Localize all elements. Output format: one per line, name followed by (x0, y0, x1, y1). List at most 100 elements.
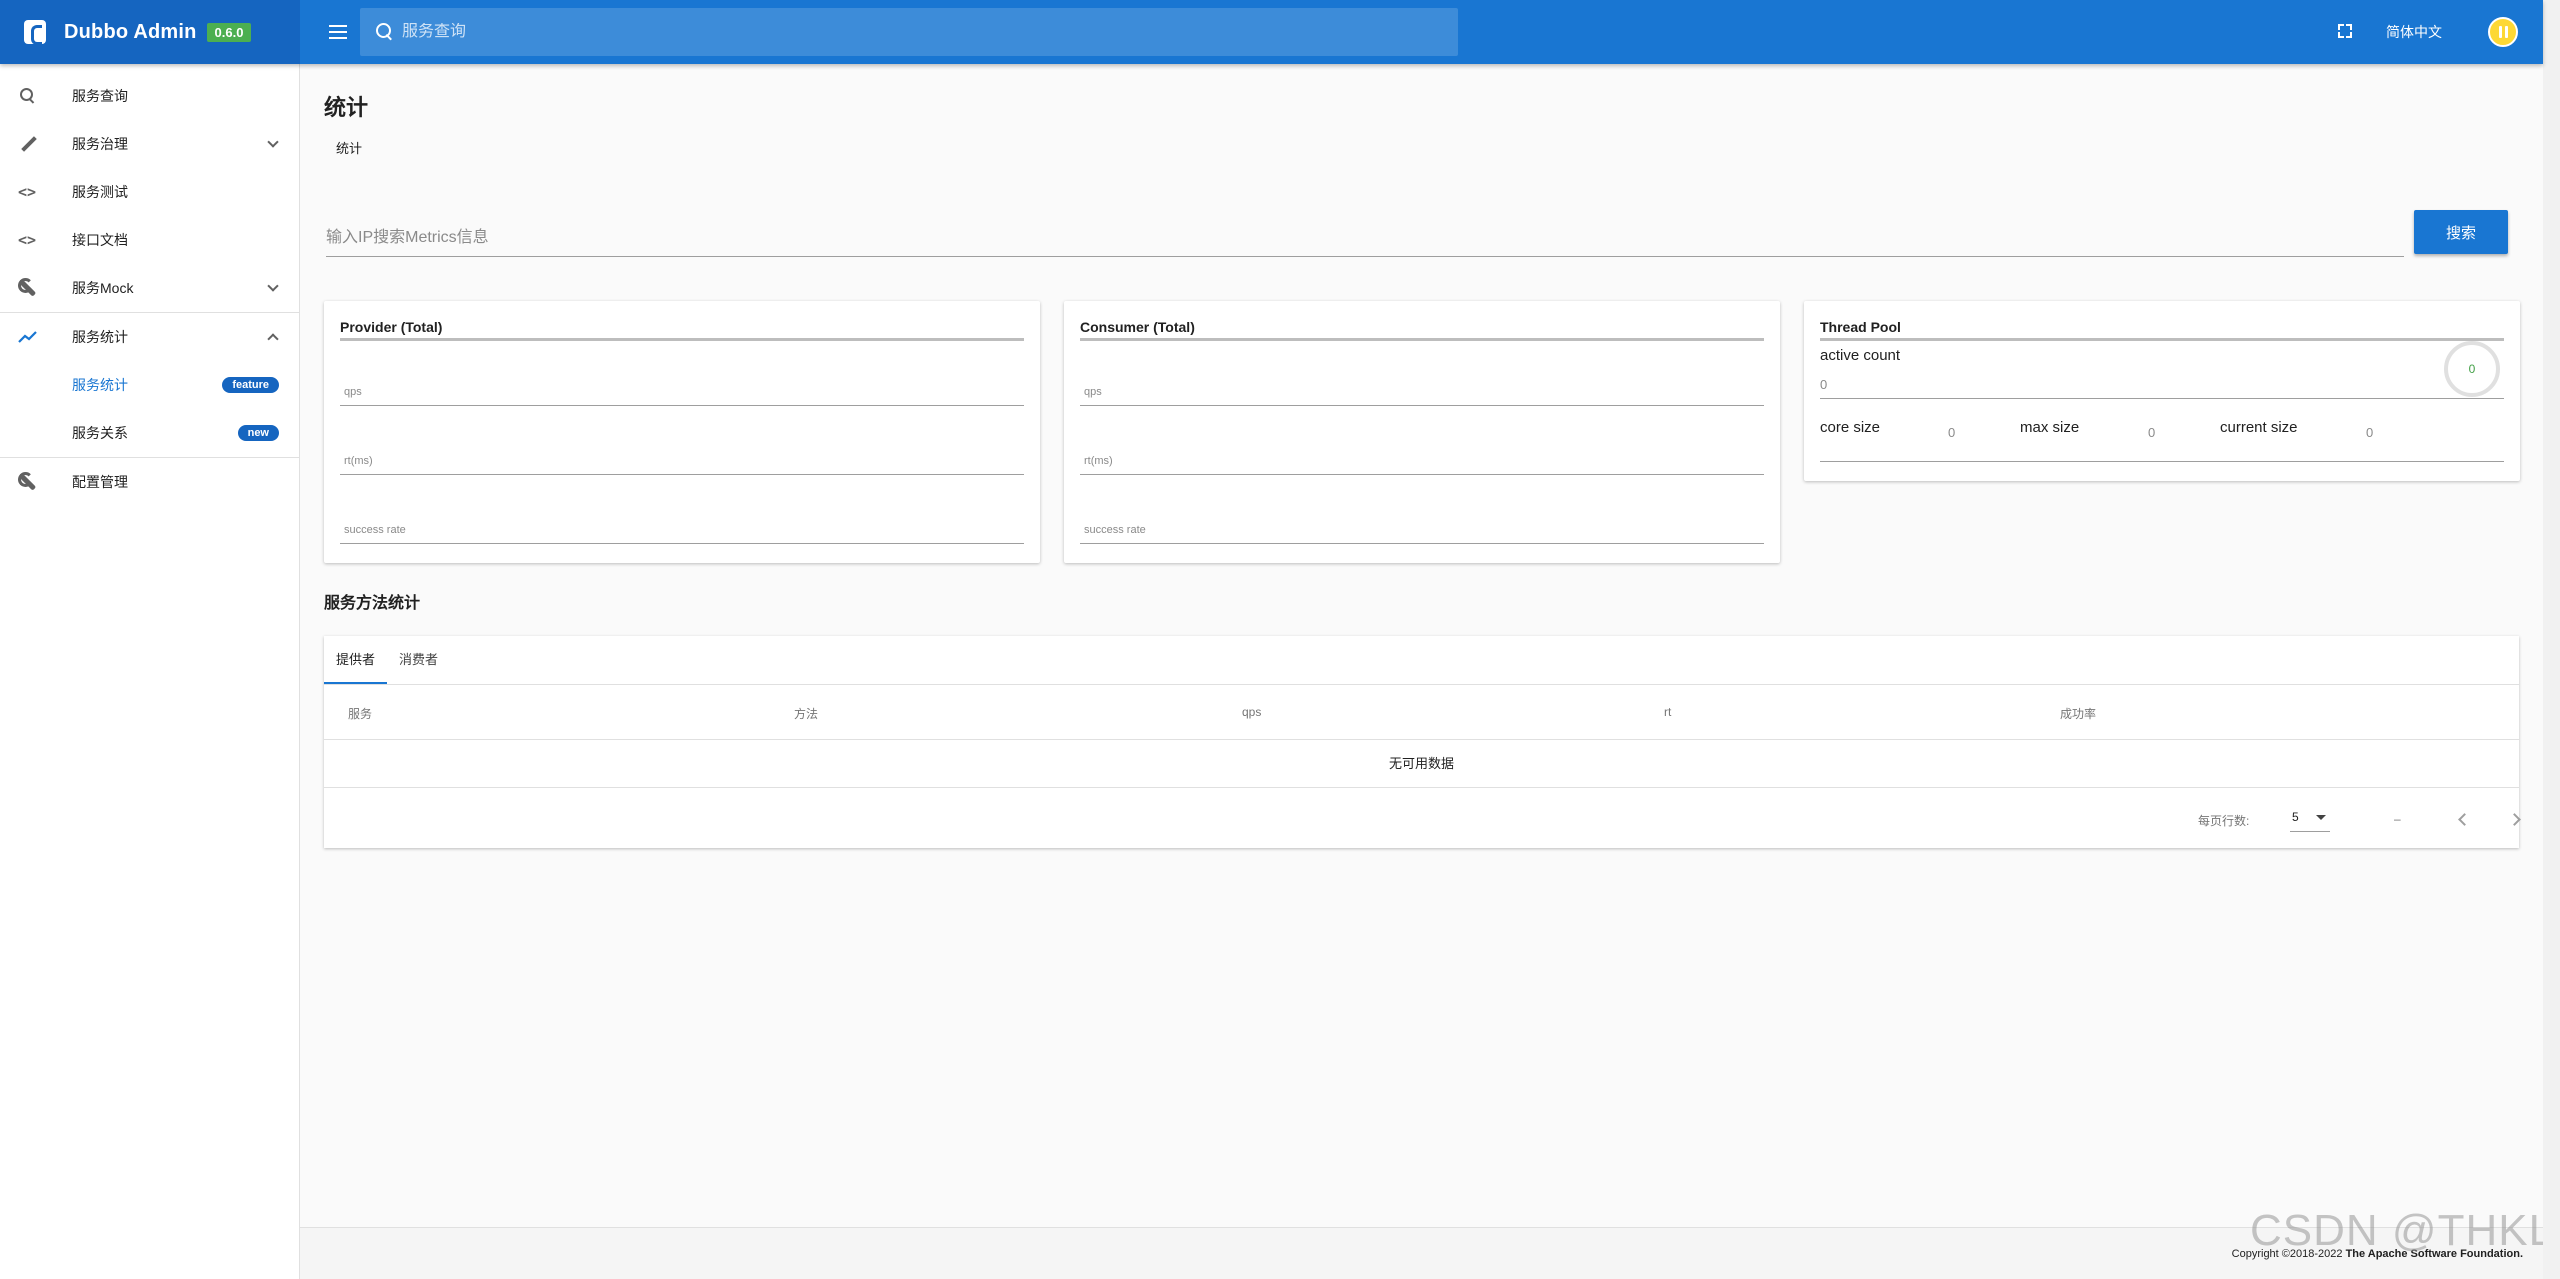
header-search-input[interactable] (402, 23, 1402, 41)
divider (1820, 398, 2504, 399)
search-icon (374, 21, 396, 43)
search-icon (18, 86, 38, 106)
column-header-method[interactable]: 方法 (794, 705, 818, 722)
wrench-icon (18, 472, 38, 492)
sidebar-item-label: 服务统计 (72, 329, 128, 345)
current-size-value: 0 (2366, 425, 2374, 440)
app-bar: Dubbo Admin 0.6.0 简体中文 (0, 0, 2543, 64)
chevron-down-icon (267, 280, 279, 292)
provider-success-rate-field[interactable]: success rate (340, 514, 1024, 544)
pencil-icon (18, 134, 38, 154)
sidebar-item-label: 配置管理 (72, 474, 128, 490)
menu-icon[interactable] (322, 16, 354, 48)
sidebar-item-service-governance[interactable]: 服务治理 (0, 120, 299, 168)
sidebar-subitem-label: 服务关系 (72, 425, 128, 441)
scrollbar[interactable] (2543, 0, 2560, 1279)
consumer-qps-field[interactable]: qps (1080, 376, 1764, 406)
sidebar-item-service-search[interactable]: 服务查询 (0, 72, 299, 120)
search-button[interactable]: 搜索 (2414, 210, 2508, 254)
table-header: 服务 方法 qps rt 成功率 (324, 684, 2519, 740)
method-stats-title: 服务方法统计 (324, 595, 421, 612)
sidebar-item-label: 服务测试 (72, 184, 128, 200)
max-size-label: max size (2020, 419, 2080, 436)
provider-card: Provider (Total) qps rt(ms) success rate (324, 301, 1040, 563)
provider-rt-field[interactable]: rt(ms) (340, 445, 1024, 475)
column-header-service[interactable]: 服务 (348, 705, 372, 722)
new-badge: new (237, 425, 279, 441)
provider-qps-field[interactable]: qps (340, 376, 1024, 406)
code-icon: <> (18, 231, 37, 249)
field-label: rt(ms) (344, 455, 373, 467)
rows-per-page-label: 每页行数: (2198, 814, 2250, 828)
divider (1080, 338, 1764, 341)
divider (1820, 338, 2504, 341)
footer: Copyright ©2018-2022 The Apache Software… (300, 1227, 2543, 1279)
column-header-success-rate[interactable]: 成功率 (2060, 705, 2096, 722)
chevron-down-icon (267, 136, 279, 148)
chevron-up-icon (267, 333, 279, 345)
field-label: success rate (1084, 524, 1146, 536)
method-stats-table: 提供者 消费者 服务 方法 qps rt 成功率 无可用数据 每页行数: 5 – (324, 636, 2521, 848)
rows-per-page-select[interactable]: 5 (2290, 806, 2330, 832)
rows-per-page-value: 5 (2292, 810, 2299, 824)
sidebar-item-service-mock[interactable]: 服务Mock (0, 264, 299, 312)
sidebar-subitem-service-relations[interactable]: 服务关系 new (0, 409, 299, 457)
feature-badge: feature (222, 377, 279, 393)
active-count-ring: 0 (2444, 341, 2500, 397)
field-label: qps (1084, 386, 1102, 398)
header-search[interactable] (360, 8, 1458, 56)
consumer-rt-field[interactable]: rt(ms) (1080, 445, 1764, 475)
divider (340, 338, 1024, 341)
chevron-right-icon[interactable] (2508, 813, 2521, 826)
sidebar-item-api-docs[interactable]: <> 接口文档 (0, 216, 299, 264)
language-button[interactable]: 简体中文 (2386, 22, 2442, 42)
active-count-value: 0 (1820, 377, 1828, 392)
sidebar-item-label: 服务治理 (72, 136, 128, 152)
chevron-left-icon[interactable] (2458, 813, 2471, 826)
page-title: 统计 (324, 95, 369, 120)
page-range: – (2394, 812, 2401, 826)
tab-provider[interactable]: 提供者 (324, 636, 388, 684)
brand[interactable]: Dubbo Admin 0.6.0 (0, 0, 300, 64)
wrench-icon (18, 278, 38, 298)
version-badge: 0.6.0 (206, 22, 252, 42)
column-header-rt[interactable]: rt (1664, 705, 1671, 719)
watermark: CSDN @THKL (2250, 1206, 2555, 1255)
sidebar-item-service-stats[interactable]: 服务统计 (0, 313, 299, 361)
field-label: success rate (344, 524, 406, 536)
current-size-label: current size (2220, 419, 2298, 436)
card-title: Thread Pool (1820, 319, 1901, 335)
fullscreen-icon[interactable] (2336, 22, 2354, 40)
consumer-success-rate-field[interactable]: success rate (1080, 514, 1764, 544)
sidebar-item-label: 服务Mock (72, 280, 134, 296)
sidebar-subitem-label: 服务统计 (72, 377, 128, 393)
dubbo-logo-icon (24, 20, 46, 45)
core-size-value: 0 (1948, 425, 1956, 440)
divider (1820, 461, 2504, 462)
avatar[interactable] (2488, 17, 2518, 47)
sidebar-item-service-test[interactable]: <> 服务测试 (0, 168, 299, 216)
field-label: qps (344, 386, 362, 398)
tab-consumer[interactable]: 消费者 (387, 636, 450, 684)
sidebar-item-config-management[interactable]: 配置管理 (0, 458, 299, 506)
caret-down-icon (2316, 815, 2326, 820)
empty-state: 无可用数据 (324, 740, 2519, 788)
card-title: Consumer (Total) (1080, 319, 1195, 335)
ip-search-field[interactable] (326, 219, 2404, 257)
code-icon: <> (18, 183, 37, 201)
sidebar-subitem-service-stats[interactable]: 服务统计 feature (0, 361, 299, 409)
sidebar: 服务查询 服务治理 <> 服务测试 <> 接口文档 服务Mock 服务统计 服务… (0, 64, 300, 1279)
brand-title: Dubbo Admin (64, 20, 197, 43)
main-content: 统计 统计 搜索 Provider (Total) qps rt(ms) suc… (300, 64, 2543, 1227)
column-header-qps[interactable]: qps (1242, 705, 1261, 719)
tab-bar: 提供者 消费者 (324, 636, 450, 684)
core-size-label: core size (1820, 419, 1881, 436)
breadcrumb[interactable]: 统计 (336, 138, 362, 157)
consumer-card: Consumer (Total) qps rt(ms) success rate (1064, 301, 1780, 563)
ip-search-input[interactable] (326, 219, 2404, 256)
active-count-label: active count (1820, 347, 1901, 364)
sidebar-item-label: 服务查询 (72, 88, 128, 104)
field-label: rt(ms) (1084, 455, 1113, 467)
card-title: Provider (Total) (340, 319, 443, 335)
sidebar-item-label: 接口文档 (72, 232, 128, 248)
